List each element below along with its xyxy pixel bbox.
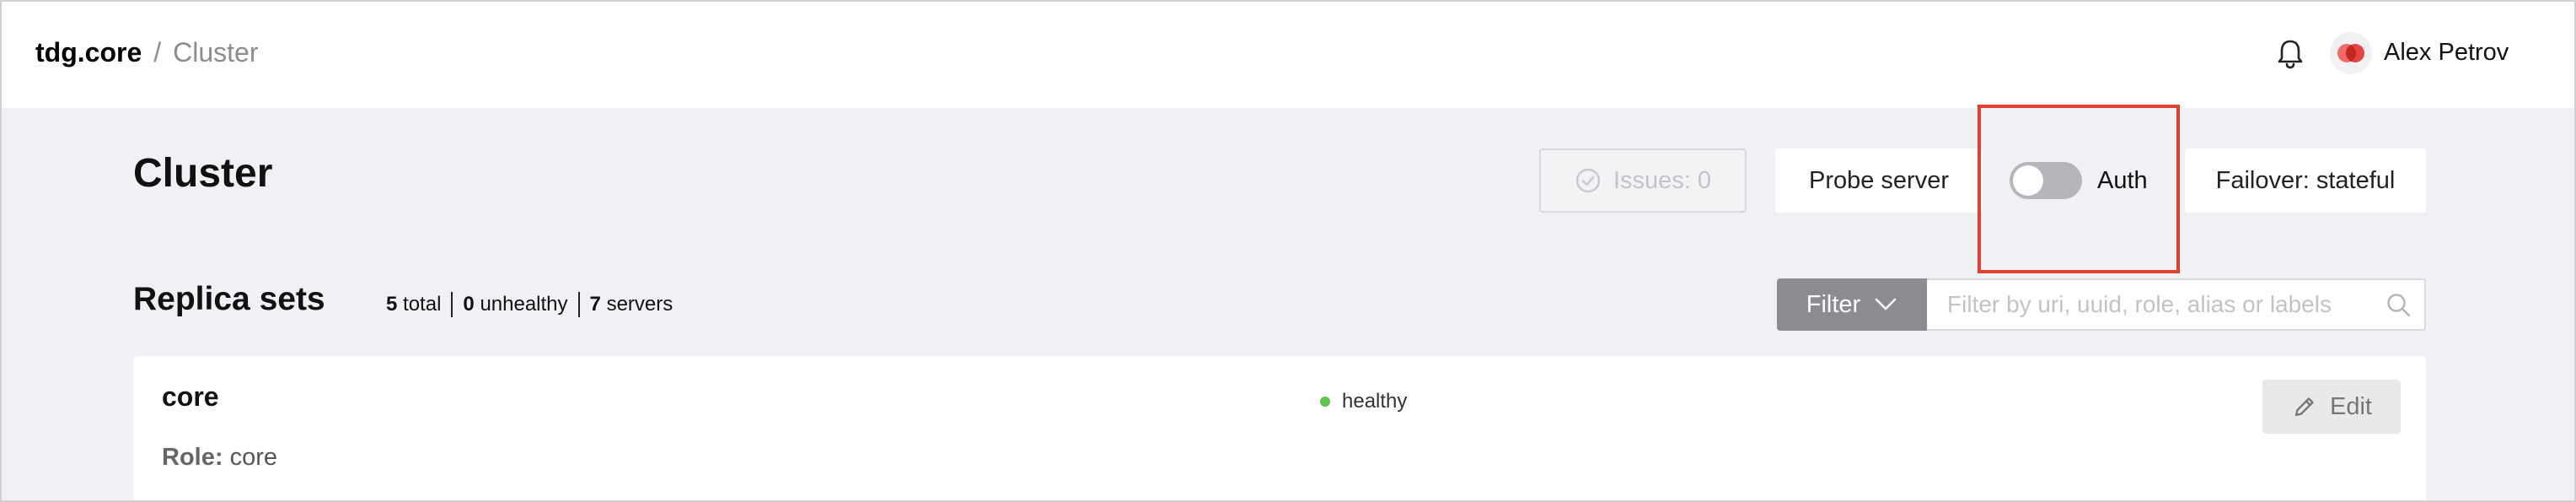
- replica-set-role: Role: core: [162, 444, 277, 472]
- probe-server-label: Probe server: [1808, 166, 1949, 194]
- breadcrumb-current-page: Cluster: [173, 37, 259, 67]
- total-count: 5: [386, 293, 398, 316]
- highlight-annotation-box: [1978, 105, 2180, 273]
- unhealthy-count: 0: [463, 293, 475, 316]
- unhealthy-label: unhealthy: [480, 293, 568, 316]
- avatar-logo-icon: [2337, 44, 2364, 62]
- edit-label: Edit: [2330, 392, 2372, 420]
- status-label: healthy: [1342, 390, 1408, 413]
- probe-server-button[interactable]: Probe server: [1775, 148, 1983, 213]
- breadcrumb-separator: /: [153, 37, 162, 67]
- servers-label: servers: [606, 293, 674, 316]
- counter-divider: [577, 292, 580, 317]
- failover-button[interactable]: Failover: stateful: [2185, 148, 2426, 213]
- edit-button[interactable]: Edit: [2262, 380, 2401, 434]
- servers-count: 7: [589, 293, 601, 316]
- bell-icon[interactable]: [2276, 37, 2305, 71]
- top-header: tdg.core / Cluster Alex Petrov: [0, 0, 2576, 108]
- role-label: Role:: [162, 444, 223, 471]
- replica-set-name[interactable]: core: [162, 381, 219, 413]
- counter-divider: [451, 292, 453, 317]
- replica-sets-counters: 5 total 0 unhealthy 7 servers: [386, 290, 673, 319]
- page-title: Cluster: [133, 151, 273, 196]
- pencil-icon: [2294, 397, 2314, 417]
- search-input[interactable]: [1947, 280, 2369, 329]
- filter-dropdown-button[interactable]: Filter: [1777, 278, 1927, 331]
- user-name[interactable]: Alex Petrov: [2384, 35, 2509, 69]
- role-value: core: [229, 444, 277, 471]
- issues-button[interactable]: Issues: 0: [1539, 148, 1747, 213]
- search-field: [1927, 278, 2426, 331]
- total-label: total: [403, 293, 442, 316]
- search-icon[interactable]: [2385, 292, 2412, 319]
- issues-button-label: Issues: 0: [1613, 166, 1712, 194]
- breadcrumb: tdg.core / Cluster: [35, 35, 258, 69]
- chevron-down-icon: [1875, 298, 1897, 310]
- avatar[interactable]: [2330, 32, 2372, 74]
- status-badge: healthy: [1320, 390, 1407, 413]
- check-circle-icon: [1575, 168, 1601, 193]
- app-name-link[interactable]: tdg.core: [35, 35, 142, 69]
- replica-set-card: core healthy Role: core Edit: [133, 356, 2426, 502]
- replica-sets-title: Replica sets: [133, 281, 325, 317]
- failover-label: Failover: stateful: [2215, 166, 2396, 194]
- status-dot-icon: [1320, 397, 1330, 407]
- filter-label: Filter: [1806, 290, 1861, 318]
